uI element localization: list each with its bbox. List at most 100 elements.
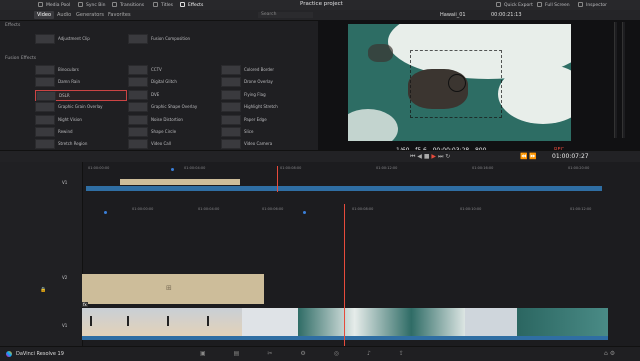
timeline-marker[interactable] — [303, 211, 306, 214]
mini-clip-beige[interactable] — [120, 179, 240, 185]
effect-label: DSLR — [59, 92, 70, 98]
mini-playhead[interactable] — [277, 166, 278, 192]
effect-item-cctv[interactable]: CCTV — [128, 65, 218, 75]
effects-button[interactable]: Effects — [180, 2, 203, 8]
viewer-panel: Hawaii_01 00:00:21:13 1/60 f5.6 00:00:03… — [318, 10, 640, 154]
rock — [368, 44, 393, 62]
effect-item-video-camera[interactable]: Video Camera — [221, 139, 311, 150]
inspector-icon — [578, 2, 583, 7]
effect-item-drone-overlay[interactable]: Drone Overlay — [221, 77, 311, 88]
effect-item-graphic-grain-overlay[interactable]: Graphic Grain Overlay — [35, 102, 125, 113]
effect-label: Binoculars — [58, 67, 79, 72]
effect-item-stretch-region[interactable]: Stretch Region — [35, 139, 125, 150]
effect-item-dslr[interactable]: DSLR — [35, 89, 127, 101]
ruler-tick-label: 01:00:08:00 — [280, 166, 302, 170]
effect-thumbnail — [221, 139, 241, 150]
effect-label: Highlight Stretch — [244, 104, 278, 110]
inspector-button[interactable]: Inspector — [578, 2, 607, 8]
effect-thumbnail — [35, 65, 55, 75]
mini-clip-blue[interactable] — [86, 186, 602, 191]
effect-item-night-vision[interactable]: Night Vision — [35, 114, 125, 125]
v1-clip[interactable] — [82, 308, 608, 336]
effect-item-flying-flag[interactable]: Flying Flag — [221, 89, 311, 100]
davinci-logo-icon — [6, 351, 12, 357]
effect-item-paper-edge[interactable]: Paper Edge — [221, 114, 311, 125]
effect-label: Graphic Shape Overlay — [151, 104, 198, 110]
settings-icon[interactable]: ⌂ ⚙ — [604, 350, 615, 357]
quick-export-button[interactable]: Quick Export — [496, 2, 533, 8]
focus-frame — [410, 50, 502, 118]
timeline-marker[interactable] — [104, 211, 107, 214]
effect-label: CCTV — [151, 67, 162, 72]
titles-button[interactable]: Titles — [153, 2, 173, 8]
effect-thumbnail — [221, 127, 241, 137]
tab-favorites[interactable]: Favorites — [108, 12, 131, 18]
effect-thumbnail — [128, 114, 148, 125]
ruler-tick-label: 01:00:20:00 — [568, 166, 590, 170]
effect-thumbnail — [221, 89, 241, 100]
effects-search-input[interactable]: Search — [258, 12, 313, 18]
effect-label: Video Camera — [244, 141, 273, 147]
transition-clip — [242, 308, 298, 336]
effect-label: Digital Glitch — [151, 79, 177, 85]
wave-foam — [348, 109, 398, 141]
effect-item-shape-circle[interactable]: Shape Circle — [128, 127, 218, 137]
effect-thumbnail — [128, 139, 148, 150]
effect-item-video-call[interactable]: Video Call — [128, 139, 218, 150]
effect-thumbnail — [35, 127, 55, 137]
effect-item-highlight-stretch[interactable]: Highlight Stretch — [221, 102, 311, 113]
effect-label: Rewind — [58, 129, 73, 134]
timeline-marker[interactable] — [171, 168, 174, 171]
video-frame[interactable] — [348, 24, 571, 141]
effect-item-slice[interactable]: Slice — [221, 127, 311, 137]
effect-item-noise-distortion[interactable]: Noise Distortion — [128, 114, 218, 125]
ruler-tick-label: 01:00:16:00 — [472, 166, 494, 170]
audio-meter — [614, 22, 617, 138]
effect-label: DVE — [151, 91, 160, 97]
ruler-tick-label: 01:00:00:00 — [132, 207, 154, 211]
effect-item-graphic-shape-overlay[interactable]: Graphic Shape Overlay — [128, 102, 218, 113]
effect-item-digital-glitch[interactable]: Digital Glitch — [128, 77, 218, 88]
tab-audio[interactable]: Audio — [57, 12, 71, 18]
lock-icon[interactable]: 🔒 — [40, 287, 46, 293]
effect-item-dve[interactable]: DVE — [128, 89, 218, 100]
effects-section-header: Effects — [5, 23, 21, 28]
surfer-figure — [207, 316, 209, 326]
clip-badge: fx — [82, 302, 88, 307]
ruler-tick-label: 01:00:06:00 — [262, 207, 284, 211]
effect-label: Drone Overlay — [244, 79, 273, 85]
tab-generators[interactable]: Generators — [76, 12, 104, 18]
effect-thumbnail — [221, 114, 241, 125]
effect-fusion-composition[interactable]: Fusion Composition — [128, 34, 218, 44]
effect-label: Stretch Region — [58, 141, 88, 147]
surfer-figure — [167, 316, 169, 326]
effect-item-rewind[interactable]: Rewind — [35, 127, 125, 137]
effect-item-binoculars[interactable]: Binoculars — [35, 65, 125, 75]
transport-controls[interactable]: ⏮ ◀ ■ ▶ ⏭ ↻ — [410, 153, 450, 161]
playhead[interactable] — [344, 204, 345, 346]
timeline-timecode: 01:00:07:27 — [552, 153, 589, 160]
v2-clip[interactable]: ⊞ — [82, 274, 264, 304]
effect-item-colored-border[interactable]: Colored Border — [221, 65, 311, 75]
viewer-header: Hawaii_01 00:00:21:13 — [318, 10, 640, 20]
full-screen-button[interactable]: Full Screen — [537, 2, 570, 8]
sync-bin-icon — [78, 2, 83, 7]
ocean-clip-2 — [517, 308, 608, 336]
clip-name-dropdown[interactable]: Hawaii_01 — [440, 12, 466, 18]
jump-controls[interactable]: ⏪ ⏩ — [520, 153, 537, 160]
sync-bin-button[interactable]: Sync Bin — [78, 2, 105, 8]
effect-label: Flying Flag — [244, 91, 266, 97]
a1-audio-clip[interactable] — [82, 336, 608, 340]
effect-item-damn-rain[interactable]: Damn Rain — [35, 77, 125, 88]
effect-adjustment-clip[interactable]: Adjustment Clip — [35, 34, 125, 44]
ruler-tick-label: 01:00:04:00 — [184, 166, 206, 170]
tab-video[interactable]: Video — [34, 11, 55, 19]
track-headers: V1 V2 V1 🔒 — [0, 162, 83, 346]
page-tabs[interactable]: ▣▤✂⚙◎♪⇪ — [200, 350, 432, 357]
transitions-button[interactable]: Transitions — [112, 2, 144, 8]
effect-thumbnail — [221, 65, 241, 75]
effect-thumbnail — [128, 34, 148, 44]
ruler-tick-label: 01:00:12:00 — [570, 207, 592, 211]
media-pool-button[interactable]: Media Pool — [38, 2, 70, 8]
effects-icon — [180, 2, 185, 7]
